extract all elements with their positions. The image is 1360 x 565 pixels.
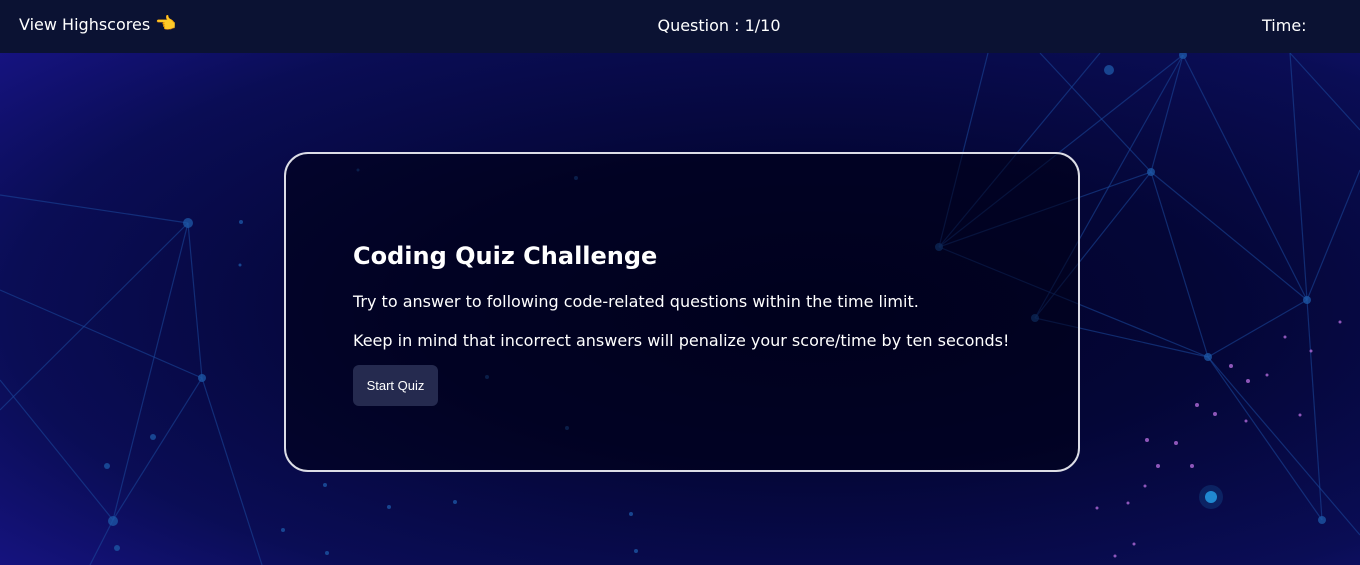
question-counter-text: Question : 1/10 <box>657 16 781 35</box>
instruction-text: Try to answer to following code-related … <box>353 292 919 311</box>
quiz-intro-card: Coding Quiz Challenge Try to answer to f… <box>284 152 1080 472</box>
penalty-warning-text: Keep in mind that incorrect answers will… <box>353 331 1010 350</box>
timer-label: Time: <box>1262 16 1307 35</box>
start-quiz-button[interactable]: Start Quiz <box>353 365 438 406</box>
question-counter: Question : 1/10 <box>0 16 1360 35</box>
quiz-title: Coding Quiz Challenge <box>353 242 658 270</box>
top-bar: View Highscores 👈 Question : 1/10 Time: <box>0 0 1360 53</box>
